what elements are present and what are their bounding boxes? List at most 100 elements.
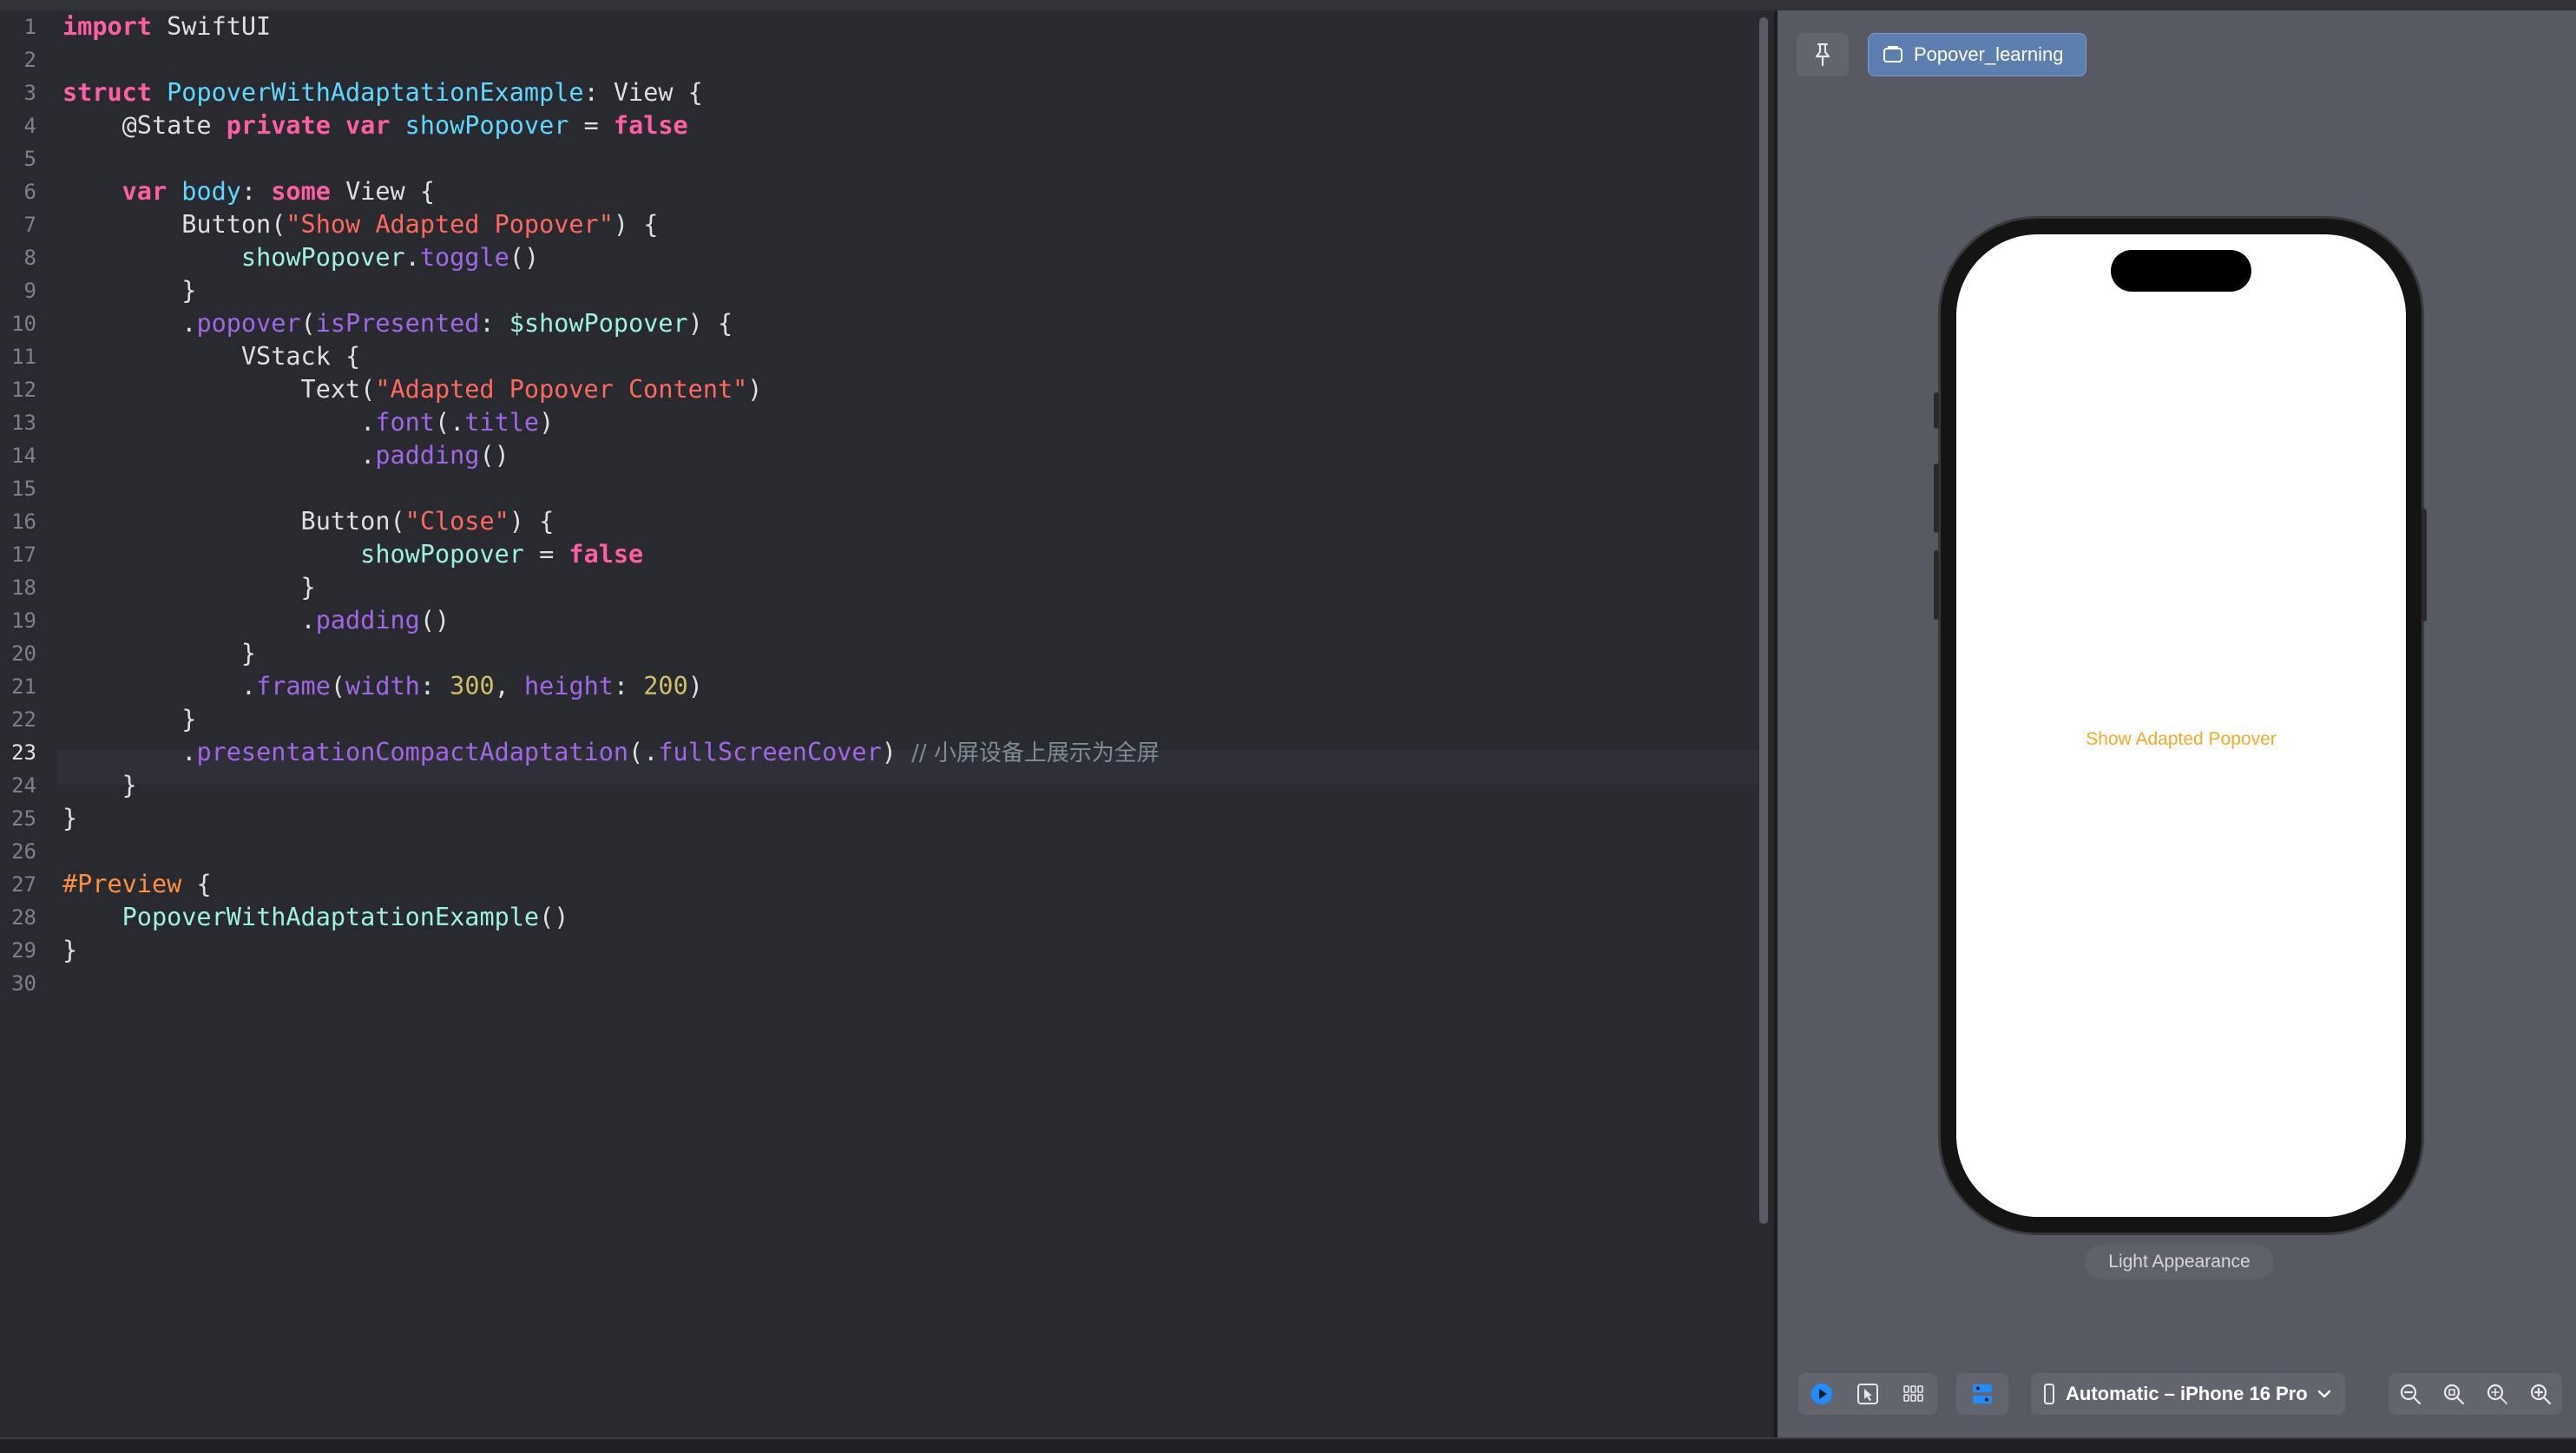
line-number[interactable]: 22 bbox=[0, 703, 36, 736]
device-picker-label: Automatic – iPhone 16 Pro bbox=[2066, 1383, 2308, 1404]
code-token: . bbox=[62, 606, 316, 634]
line-number[interactable]: 12 bbox=[0, 373, 36, 406]
line-number[interactable]: 10 bbox=[0, 307, 36, 340]
volume-down-button bbox=[1934, 550, 1939, 620]
line-number[interactable]: 13 bbox=[0, 406, 36, 439]
selectable-mode-button[interactable] bbox=[1850, 1377, 1885, 1411]
code-token: ( bbox=[330, 672, 346, 700]
device-picker[interactable]: Automatic – iPhone 16 Pro bbox=[2031, 1373, 2345, 1415]
preview-scheme-pill[interactable]: Popover_learning bbox=[1868, 33, 2086, 76]
code-token: some bbox=[271, 177, 331, 206]
code-line[interactable]: } bbox=[62, 769, 137, 802]
code-token: (. bbox=[434, 408, 465, 437]
code-token: isPresented bbox=[315, 309, 480, 338]
code-token: showPopover bbox=[360, 540, 524, 569]
zoom-to-fit-button[interactable] bbox=[2436, 1377, 2471, 1411]
line-number[interactable]: 16 bbox=[0, 505, 36, 538]
code-line[interactable]: VStack { bbox=[62, 340, 360, 373]
code-line[interactable]: .presentationCompactAdaptation(.fullScre… bbox=[62, 736, 1160, 770]
code-line[interactable]: .padding() bbox=[62, 439, 509, 472]
line-number[interactable]: 26 bbox=[0, 835, 36, 868]
code-line[interactable]: } bbox=[62, 703, 196, 736]
code-token: width bbox=[345, 672, 420, 700]
code-token: : bbox=[419, 672, 450, 700]
code-token: Button( bbox=[62, 210, 286, 239]
appearance-label[interactable]: Light Appearance bbox=[2085, 1245, 2274, 1279]
code-token: = bbox=[523, 540, 569, 569]
live-mode-button[interactable] bbox=[1804, 1377, 1839, 1411]
line-number[interactable]: 17 bbox=[0, 538, 36, 571]
code-token: (. bbox=[628, 738, 659, 766]
code-token: private var bbox=[226, 111, 391, 140]
line-number[interactable]: 9 bbox=[0, 274, 36, 307]
code-line[interactable]: .padding() bbox=[62, 604, 450, 637]
code-token: . bbox=[62, 672, 257, 700]
line-number[interactable]: 24 bbox=[0, 769, 36, 802]
variants-button[interactable] bbox=[1956, 1373, 2008, 1415]
line-number[interactable]: 7 bbox=[0, 208, 36, 241]
line-number[interactable]: 2 bbox=[0, 43, 36, 76]
code-line[interactable]: Button("Close") { bbox=[62, 505, 555, 538]
code-line[interactable]: struct PopoverWithAdaptationExample: Vie… bbox=[62, 76, 703, 109]
show-adapted-popover-button[interactable]: Show Adapted Popover bbox=[1956, 729, 2406, 750]
volume-up-button bbox=[1934, 464, 1939, 533]
code-line[interactable]: .frame(width: 300, height: 200) bbox=[62, 670, 703, 703]
line-number[interactable]: 15 bbox=[0, 472, 36, 505]
line-number[interactable]: 3 bbox=[0, 76, 36, 109]
line-number[interactable]: 14 bbox=[0, 439, 36, 472]
code-token: 200 bbox=[643, 672, 688, 700]
code-line[interactable]: } bbox=[62, 934, 77, 967]
line-number[interactable]: 6 bbox=[0, 175, 36, 208]
code-line[interactable]: PopoverWithAdaptationExample() bbox=[62, 901, 569, 934]
code-line[interactable]: } bbox=[62, 802, 77, 835]
line-number[interactable]: 20 bbox=[0, 637, 36, 670]
line-number[interactable]: 8 bbox=[0, 241, 36, 274]
code-token: showPopover bbox=[404, 111, 569, 140]
line-number[interactable]: 4 bbox=[0, 109, 36, 142]
line-number[interactable]: 19 bbox=[0, 604, 36, 637]
line-number[interactable]: 21 bbox=[0, 670, 36, 703]
code-token: : View { bbox=[583, 78, 703, 107]
code-line[interactable]: Text("Adapted Popover Content") bbox=[62, 373, 763, 406]
line-number[interactable]: 23 bbox=[0, 736, 36, 769]
code-token: $showPopover bbox=[509, 309, 688, 338]
code-line[interactable]: #Preview { bbox=[62, 868, 212, 901]
grid-mode-button[interactable] bbox=[1896, 1377, 1931, 1411]
code-line[interactable]: } bbox=[62, 274, 196, 307]
zoom-out-button[interactable] bbox=[2393, 1377, 2428, 1411]
code-token: fullScreenCover bbox=[658, 738, 882, 766]
line-number[interactable]: 30 bbox=[0, 967, 36, 1000]
code-token: false bbox=[613, 111, 688, 140]
code-line[interactable]: @State private var showPopover = false bbox=[62, 109, 688, 142]
line-number[interactable]: 11 bbox=[0, 340, 36, 373]
zoom-actual-size-button[interactable] bbox=[2480, 1377, 2514, 1411]
line-number[interactable]: 5 bbox=[0, 142, 36, 175]
line-number[interactable]: 29 bbox=[0, 934, 36, 967]
code-token: PopoverWithAdaptationExample bbox=[122, 903, 540, 931]
code-line[interactable]: .popover(isPresented: $showPopover) { bbox=[62, 307, 733, 340]
code-line[interactable]: import SwiftUI bbox=[62, 10, 271, 43]
zoom-in-button[interactable] bbox=[2523, 1377, 2558, 1411]
code-line[interactable]: } bbox=[62, 571, 316, 604]
preview-mode-group bbox=[1798, 1373, 1937, 1415]
code-line[interactable]: Button("Show Adapted Popover") { bbox=[62, 208, 658, 241]
pin-preview-button[interactable] bbox=[1797, 33, 1849, 76]
line-number[interactable]: 1 bbox=[0, 10, 36, 43]
editor-scrollbar-thumb[interactable] bbox=[1759, 17, 1768, 1224]
code-token: . bbox=[62, 408, 376, 437]
code-line[interactable]: var body: some View { bbox=[62, 175, 435, 208]
code-token: . bbox=[62, 441, 376, 470]
line-number[interactable]: 25 bbox=[0, 802, 36, 835]
line-number[interactable]: 27 bbox=[0, 868, 36, 901]
code-line[interactable]: .font(.title) bbox=[62, 406, 554, 439]
code-line[interactable]: } bbox=[62, 637, 256, 670]
code-line[interactable]: showPopover = false bbox=[62, 538, 643, 571]
line-number[interactable]: 18 bbox=[0, 571, 36, 604]
code-line[interactable]: showPopover.toggle() bbox=[62, 241, 539, 274]
code-token: popover bbox=[196, 309, 301, 338]
code-token: { bbox=[181, 870, 212, 898]
line-number[interactable]: 28 bbox=[0, 901, 36, 934]
